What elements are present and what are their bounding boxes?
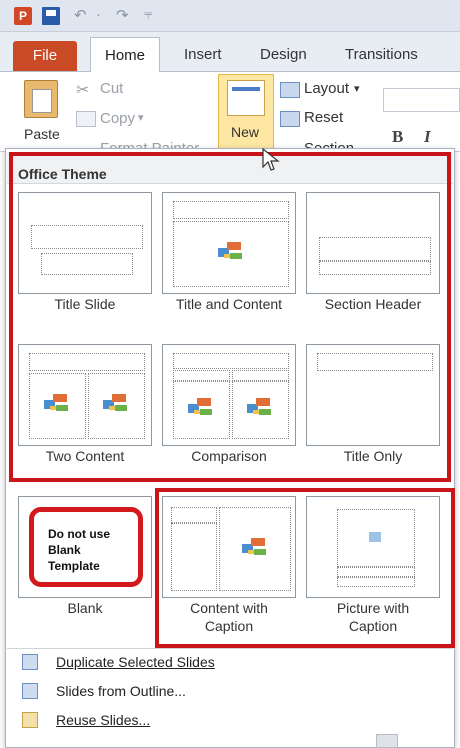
gallery-resize-handle[interactable] xyxy=(376,734,398,748)
tab-home[interactable]: Home xyxy=(90,37,160,73)
mouse-pointer-icon xyxy=(262,148,280,171)
tab-file[interactable]: File xyxy=(13,41,77,71)
tab-transitions[interactable]: Transitions xyxy=(345,46,418,63)
redo-icon[interactable]: ↷ xyxy=(116,6,129,24)
cut-button[interactable]: Cut xyxy=(100,80,123,97)
menu-reuse-slides[interactable]: Reuse Slides... xyxy=(56,712,150,728)
new-slide-icon xyxy=(227,80,265,116)
layout-icon[interactable] xyxy=(280,82,300,98)
menu-duplicate-slides[interactable]: Duplicate Selected Slides xyxy=(56,654,215,670)
menu-divider xyxy=(7,648,453,649)
italic-button[interactable]: I xyxy=(424,127,431,148)
cut-icon[interactable]: ✂ xyxy=(76,80,89,100)
app-icon[interactable]: P xyxy=(14,7,32,25)
reset-icon[interactable] xyxy=(280,111,300,127)
outline-icon xyxy=(22,683,38,699)
undo-dropdown-icon[interactable]: · xyxy=(96,6,101,23)
highlight-box-caption-layouts xyxy=(155,488,455,648)
paste-button-label[interactable]: Paste xyxy=(24,126,60,142)
tab-insert[interactable]: Insert xyxy=(184,46,222,63)
quick-access-toolbar xyxy=(0,0,460,32)
customize-toolbar-icon[interactable]: ⫧ xyxy=(144,6,152,23)
duplicate-icon xyxy=(22,654,38,670)
font-name-box[interactable] xyxy=(383,88,460,112)
highlight-box-office-theme xyxy=(9,152,451,482)
bold-button[interactable]: B xyxy=(392,127,403,148)
layout-button[interactable]: Layout xyxy=(304,80,349,97)
section-button[interactable]: Section xyxy=(304,140,354,148)
reset-button[interactable]: Reset xyxy=(304,109,343,126)
save-icon[interactable] xyxy=(42,7,60,25)
layout-label-blank: Blank xyxy=(67,600,103,616)
undo-icon[interactable]: ↶ xyxy=(74,6,87,24)
copy-dropdown-icon[interactable]: ▾ xyxy=(138,111,144,124)
layout-dropdown-icon[interactable]: ▾ xyxy=(354,82,360,95)
tab-design[interactable]: Design xyxy=(260,46,307,63)
format-painter-button[interactable]: Format Painter xyxy=(100,140,199,148)
blank-warning-note: Do not use Blank Template xyxy=(48,527,110,573)
paste-icon[interactable] xyxy=(24,80,58,118)
new-slide-label: New xyxy=(231,124,260,140)
copy-button[interactable]: Copy xyxy=(100,110,135,127)
reuse-icon xyxy=(22,712,38,728)
copy-icon[interactable] xyxy=(76,111,96,127)
menu-slides-from-outline[interactable]: Slides from Outline... xyxy=(56,683,186,699)
